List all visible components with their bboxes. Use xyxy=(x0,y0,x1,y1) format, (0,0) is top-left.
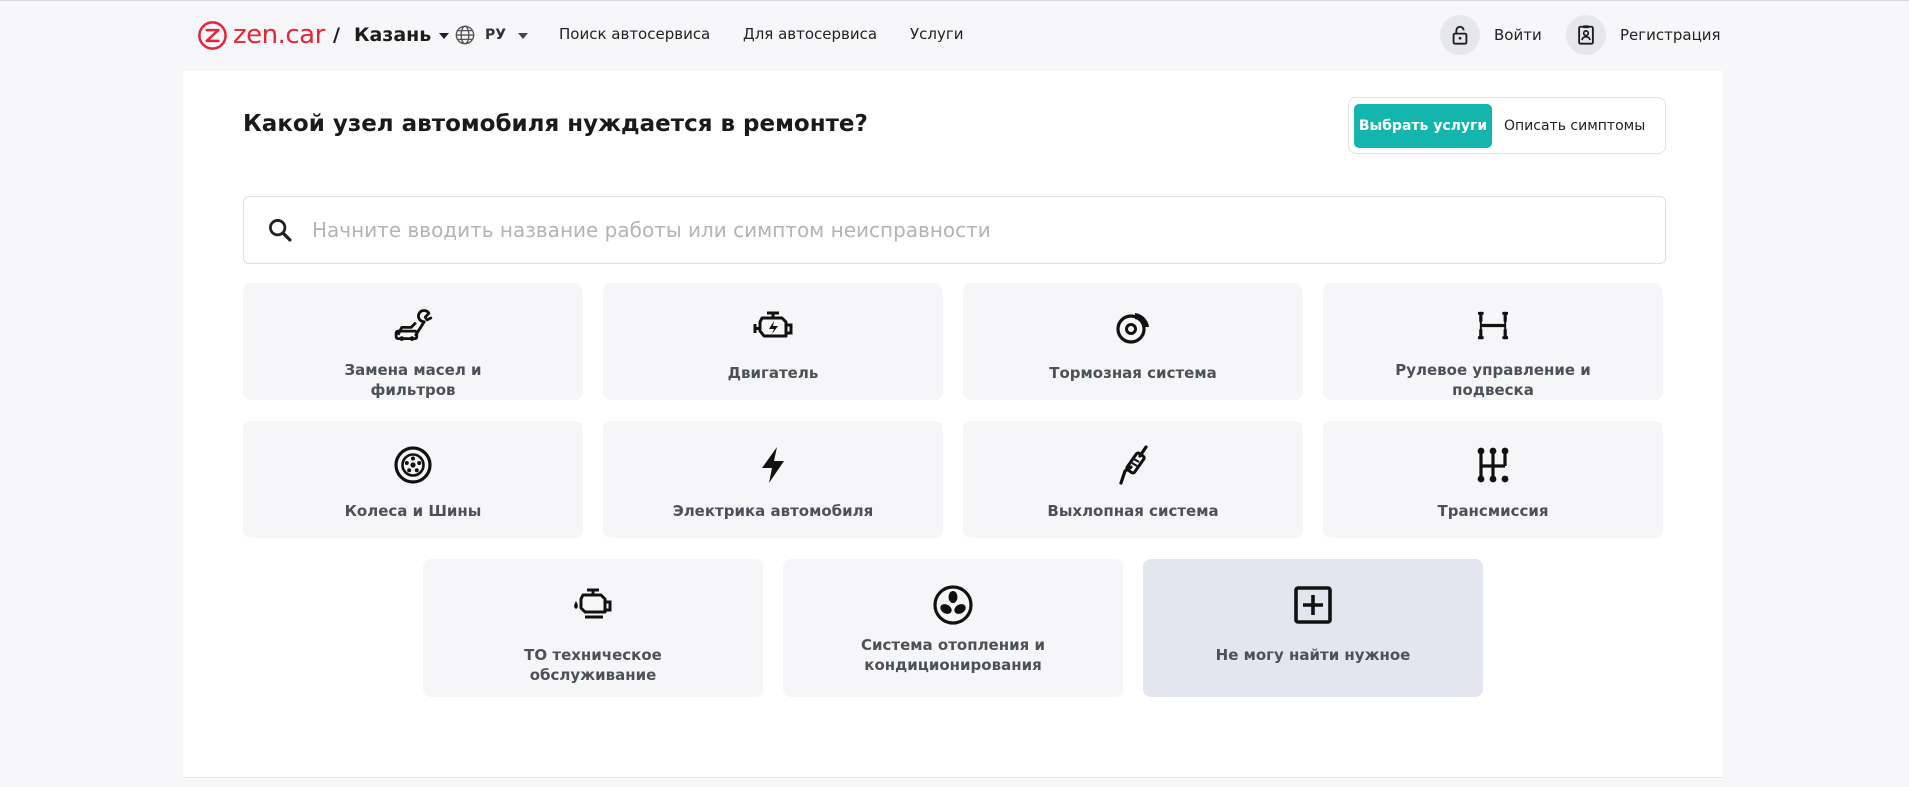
category-exhaust[interactable]: Выхлопная система xyxy=(963,421,1303,538)
nav-services[interactable]: Услуги xyxy=(910,25,963,43)
search-icon xyxy=(269,219,292,242)
register-label: Регистрация xyxy=(1620,26,1721,44)
language-selector[interactable]: РУ xyxy=(454,22,529,48)
search-box xyxy=(243,196,1666,264)
login-button[interactable]: Войти xyxy=(1440,15,1542,55)
category-label: Замена масел и фильтров xyxy=(344,361,482,399)
chevron-down-icon xyxy=(518,33,529,39)
maintenance-icon xyxy=(574,588,612,619)
brake-icon xyxy=(1116,313,1149,344)
lightning-icon xyxy=(762,447,784,483)
exhaust-icon xyxy=(1119,445,1148,485)
oil-change-icon xyxy=(394,309,433,341)
fan-icon xyxy=(933,585,973,625)
category-oil-change[interactable]: Замена масел и фильтров xyxy=(243,283,583,400)
mode-toggle: Выбрать услуги Описать симптомы xyxy=(1348,97,1666,154)
plus-box-icon xyxy=(1294,586,1332,624)
describe-symptoms-tab[interactable]: Описать симптомы xyxy=(1504,104,1645,148)
category-label: Выхлопная система xyxy=(1047,502,1219,520)
chevron-down-icon xyxy=(439,33,450,39)
category-label: ТО техническое обслуживание xyxy=(524,646,662,684)
category-label: Рулевое управление и подвеска xyxy=(1395,361,1591,399)
register-button[interactable]: Регистрация xyxy=(1566,15,1721,55)
id-card-icon-wrap xyxy=(1566,15,1606,55)
nav-for-service[interactable]: Для автосервиса xyxy=(743,25,877,43)
globe-icon xyxy=(455,25,475,45)
zen-logo-icon xyxy=(198,20,227,50)
suspension-icon xyxy=(1478,311,1508,340)
divider xyxy=(183,777,1723,778)
category-label: Тормозная система xyxy=(1049,364,1217,382)
gearbox-icon xyxy=(1477,447,1509,483)
search-input[interactable] xyxy=(312,210,1665,250)
category-label: Трансмиссия xyxy=(1437,502,1549,520)
logo-text: zen.car xyxy=(233,20,325,50)
category-label: Система отопления и кондиционирования xyxy=(861,636,1045,674)
main-card: Какой узел автомобиля нуждается в ремонт… xyxy=(183,71,1723,779)
category-engine[interactable]: Двигатель xyxy=(603,283,943,400)
category-label: Двигатель xyxy=(727,364,819,382)
category-label: Электрика автомобиля xyxy=(672,502,874,520)
login-label: Войти xyxy=(1494,26,1542,44)
wheel-icon xyxy=(394,446,432,484)
logo[interactable]: zen.car xyxy=(197,19,325,51)
city-name: Казань xyxy=(353,24,432,46)
nav-find-service[interactable]: Поиск автосервиса xyxy=(559,25,710,43)
select-services-tab[interactable]: Выбрать услуги xyxy=(1354,103,1492,148)
language-label: РУ xyxy=(485,27,507,43)
category-wheels-tires[interactable]: Колеса и Шины xyxy=(243,421,583,538)
category-electrics[interactable]: Электрика автомобиля xyxy=(603,421,943,538)
lock-icon xyxy=(1452,25,1468,45)
category-transmission[interactable]: Трансмиссия xyxy=(1323,421,1663,538)
city-separator: / xyxy=(333,24,340,46)
category-maintenance[interactable]: ТО техническое обслуживание xyxy=(423,559,763,697)
category-brakes[interactable]: Тормозная система xyxy=(963,283,1303,400)
page-title: Какой узел автомобиля нуждается в ремонт… xyxy=(243,111,868,137)
city-selector[interactable]: / Казань xyxy=(333,21,450,49)
category-steering-suspension[interactable]: Рулевое управление и подвеска xyxy=(1323,283,1663,400)
category-label: Колеса и Шины xyxy=(344,502,482,520)
engine-icon xyxy=(753,311,793,338)
category-heating-ac[interactable]: Система отопления и кондиционирования xyxy=(783,559,1123,697)
lock-icon-wrap xyxy=(1440,15,1480,55)
top-header: zen.car / Казань РУ Поиск автосервиса Дл… xyxy=(0,1,1909,71)
id-card-icon xyxy=(1578,25,1594,45)
category-not-found[interactable]: Не могу найти нужное xyxy=(1143,559,1483,697)
category-label: Не могу найти нужное xyxy=(1215,646,1411,664)
